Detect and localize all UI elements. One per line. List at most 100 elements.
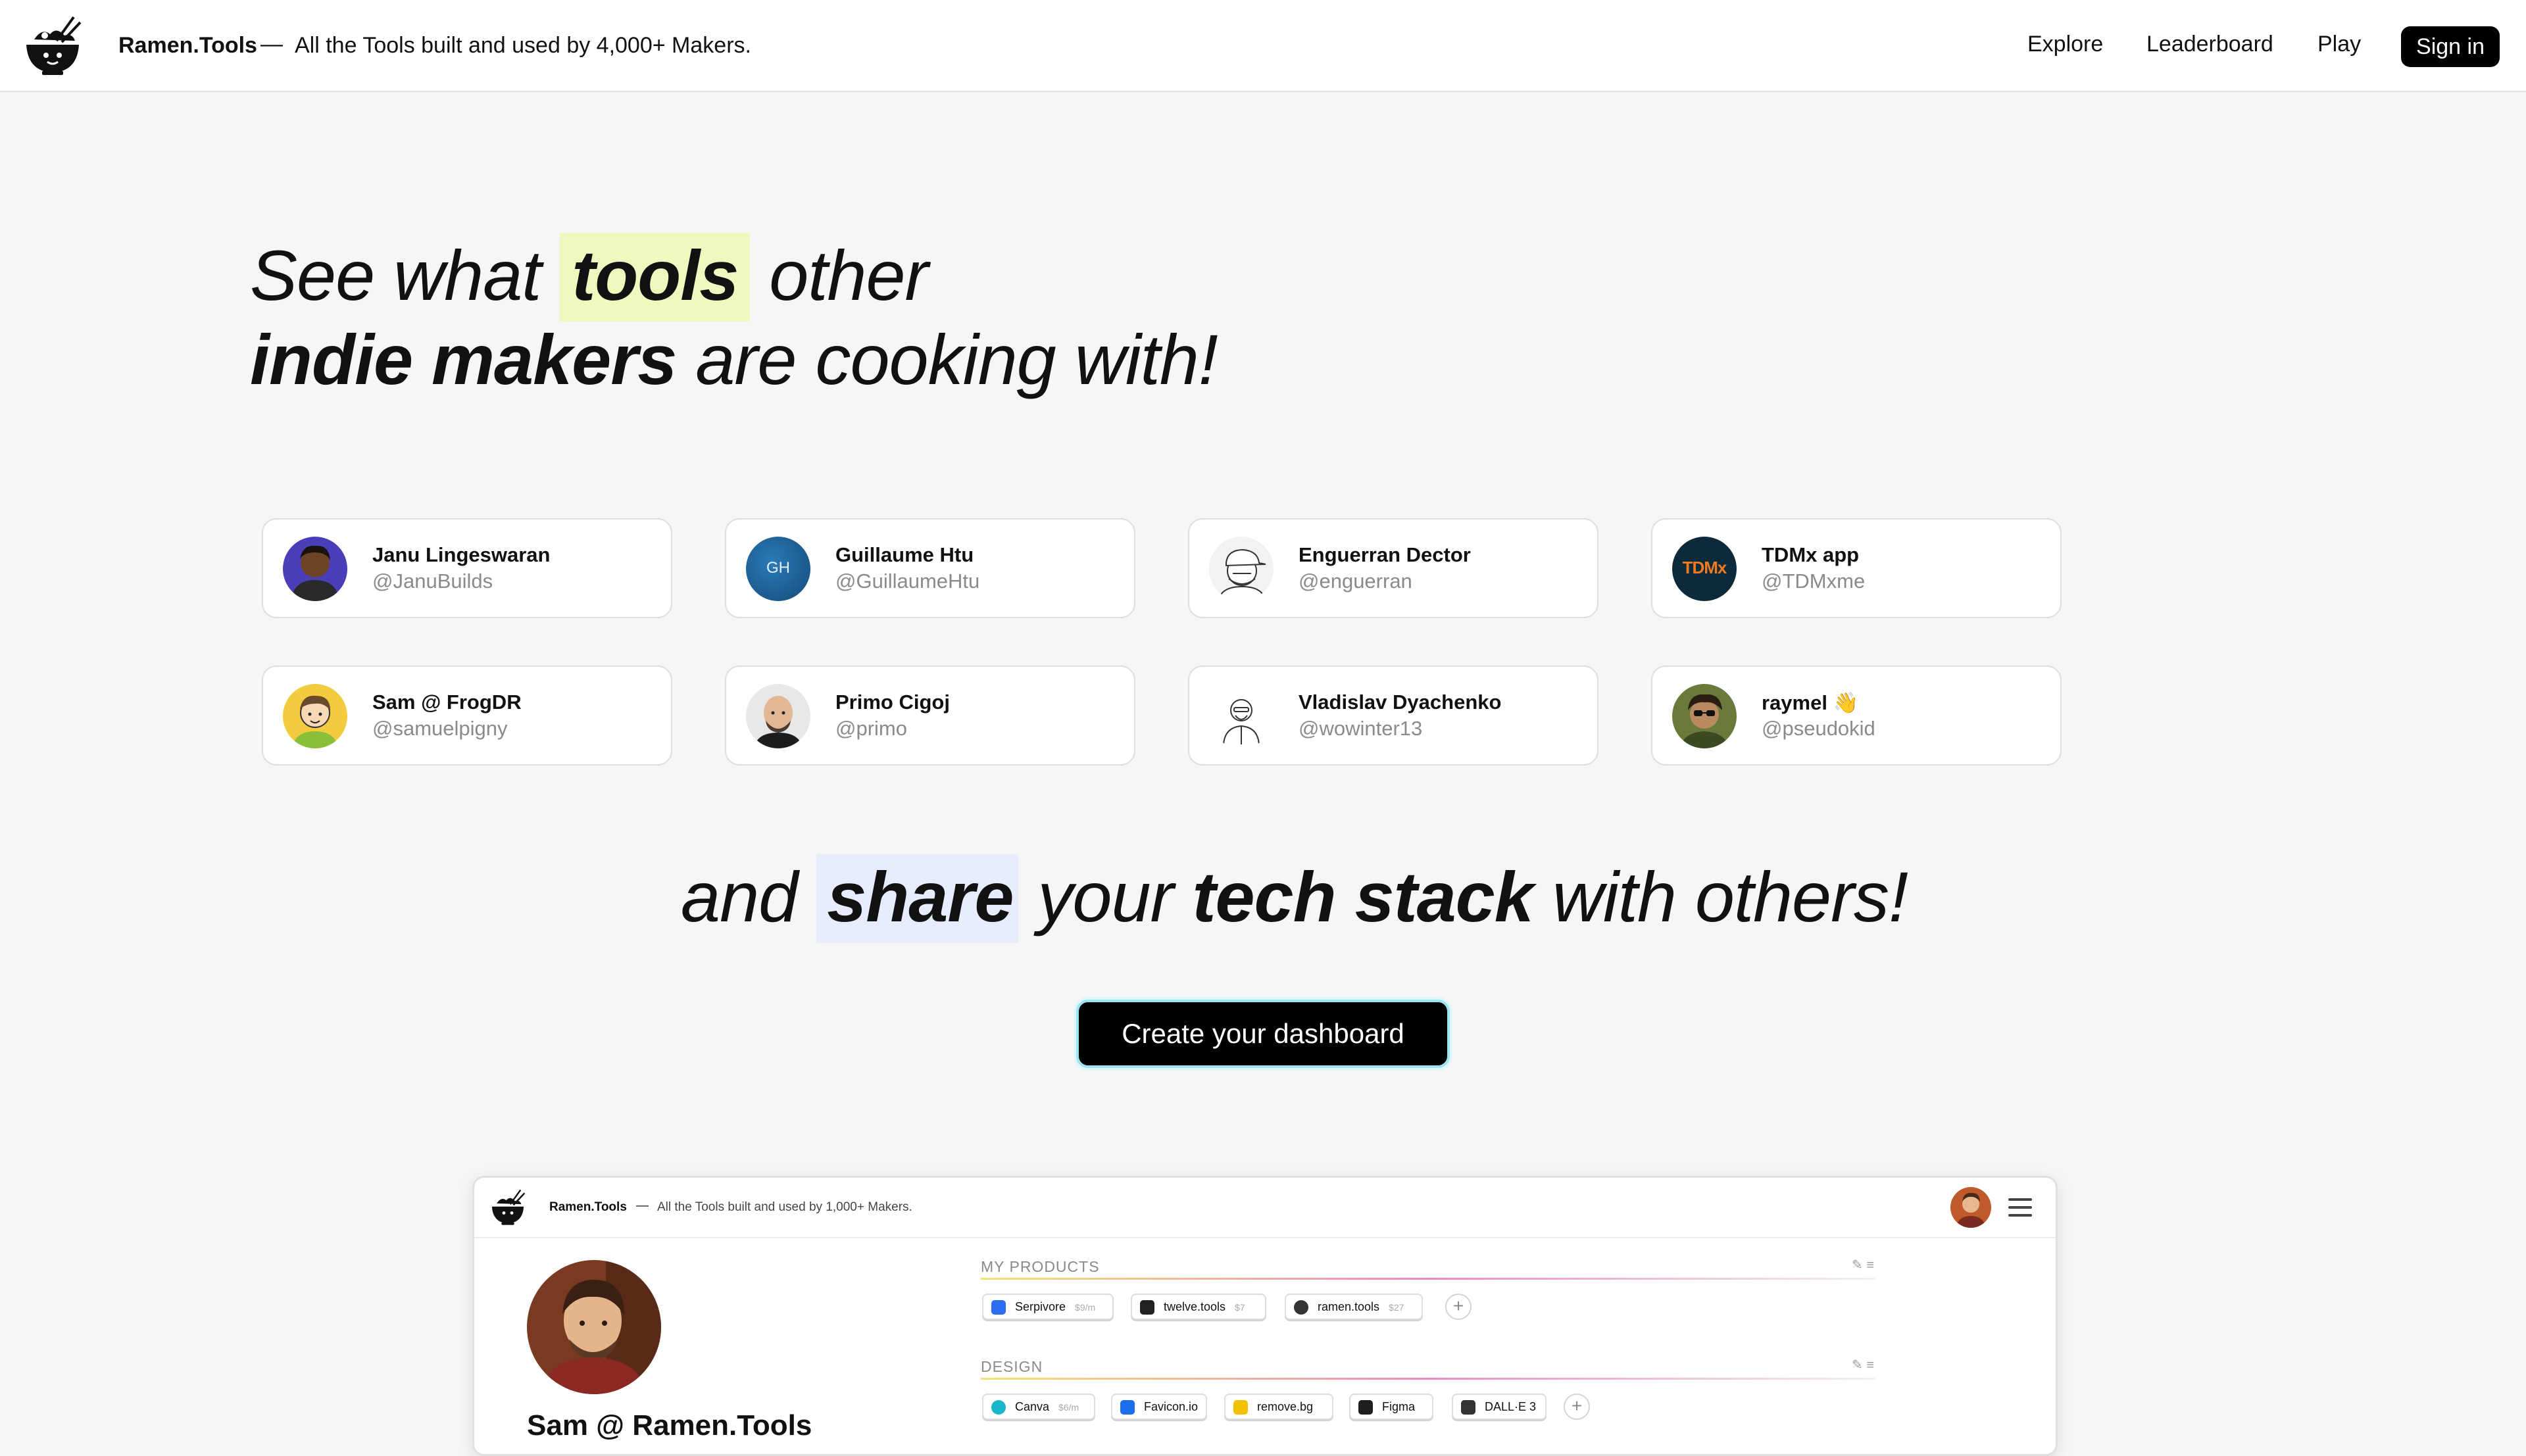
avatar-enguerran-icon (1209, 537, 1274, 601)
chip-label: twelve.tools (1164, 1300, 1226, 1313)
maker-handle: @pseudokid (1762, 717, 1875, 740)
chip-price: $9/m (1075, 1302, 1096, 1313)
ramen-bowl-logo-icon (491, 1189, 526, 1225)
chip-price: $27 (1389, 1302, 1404, 1313)
favicon-io-icon (1120, 1400, 1135, 1415)
nav-leaderboard[interactable]: Leaderboard (2146, 32, 2273, 57)
share-pre: and (681, 857, 817, 936)
maker-card[interactable]: Primo Cigoj @primo (725, 666, 1135, 765)
chip-label: Figma (1382, 1400, 1416, 1413)
avatar-raymel-icon (1672, 684, 1737, 748)
hamburger-menu-icon (2008, 1198, 2032, 1217)
chip-price: $7 (1235, 1302, 1245, 1313)
preview-profile-name: Sam @ Ramen.Tools (527, 1409, 812, 1442)
avatar-sam-icon (283, 684, 347, 748)
twelve-tools-icon (1140, 1300, 1154, 1315)
ramen-tools-icon (1294, 1300, 1308, 1315)
avatar-guillaume-icon: GH (746, 537, 810, 601)
tool-chip: Canva $6/m (982, 1394, 1095, 1420)
create-dashboard-button[interactable]: Create your dashboard (1076, 1000, 1450, 1068)
maker-name: TDMx app (1762, 543, 1860, 566)
hero-line1-pre: See what (250, 235, 560, 315)
preview-brand: Ramen.Tools (549, 1200, 627, 1214)
maker-name: Vladislav Dyachenko (1299, 691, 1502, 714)
nav-play[interactable]: Play (2317, 32, 2361, 57)
tool-chip: Figma (1349, 1394, 1433, 1420)
add-tool-icon: + (1564, 1394, 1590, 1420)
preview-section-title: DESIGN (981, 1358, 1043, 1375)
hero-line2-bold: indie makers (250, 320, 677, 399)
maker-handle: @primo (835, 717, 907, 740)
chip-label: Canva (1015, 1400, 1050, 1413)
tool-chip: twelve.tools $7 (1131, 1294, 1266, 1320)
maker-card[interactable]: Sam @ FrogDR @samuelpigny (262, 666, 672, 765)
share-headline: and share your tech stack with others! (681, 854, 1908, 943)
maker-handle: @enguerran (1299, 570, 1412, 593)
share-bold: tech stack (1192, 857, 1534, 936)
preview-navbar: Ramen.Tools — All the Tools built and us… (474, 1178, 2056, 1238)
maker-card[interactable]: GH Guillaume Htu @GuillaumeHtu (725, 518, 1135, 618)
hero-line2-post: are cooking with! (676, 320, 1218, 399)
chip-label: DALL·E 3 (1485, 1400, 1537, 1413)
figma-icon (1358, 1400, 1373, 1415)
dashboard-preview: Ramen.Tools — All the Tools built and us… (472, 1176, 2058, 1456)
maker-handle: @TDMxme (1762, 570, 1866, 593)
maker-card[interactable]: Enguerran Dector @enguerran (1188, 518, 1598, 618)
remove-bg-icon (1233, 1400, 1248, 1415)
tool-chip: ramen.tools $27 (1285, 1294, 1423, 1320)
preview-section-title: MY PRODUCTS (981, 1258, 1100, 1275)
maker-handle: @samuelpigny (372, 717, 508, 740)
maker-card[interactable]: raymel 👋 @pseudokid (1651, 666, 2062, 765)
maker-card[interactable]: TDMx TDMx app @TDMxme (1651, 518, 2062, 618)
edit-icon: ✎ ≡ (1852, 1358, 1874, 1372)
maker-name: Sam @ FrogDR (372, 691, 522, 714)
share-highlight: share (816, 854, 1019, 943)
maker-handle: @JanuBuilds (372, 570, 493, 593)
hero-highlight-tools: tools (560, 233, 751, 322)
chip-label: remove.bg (1257, 1400, 1314, 1413)
nav-explore[interactable]: Explore (2027, 32, 2103, 57)
hero-line1-post: other (750, 235, 928, 315)
avatar-initials: GH (766, 559, 790, 577)
avatar-janu-icon (283, 537, 347, 601)
maker-name: Enguerran Dector (1299, 543, 1471, 566)
ramen-bowl-logo-icon[interactable] (22, 14, 83, 78)
chip-label: Favicon.io (1144, 1400, 1199, 1413)
maker-name: Guillaume Htu (835, 543, 974, 566)
maker-card[interactable]: Janu Lingeswaran @JanuBuilds (262, 518, 672, 618)
preview-tagline: All the Tools built and used by 1,000+ M… (657, 1200, 912, 1214)
section-divider (981, 1278, 1875, 1280)
hero-headline: See what tools other indie makers are co… (250, 233, 1218, 402)
tool-chip: remove.bg (1224, 1394, 1333, 1420)
avatar-tdmx-icon: TDMx (1672, 537, 1737, 601)
serpivore-icon (991, 1300, 1006, 1315)
tool-chip: Favicon.io (1111, 1394, 1207, 1420)
share-post: with others! (1533, 857, 1908, 936)
avatar-initials: TDMx (1682, 558, 1727, 577)
share-mid: your (1018, 857, 1193, 936)
preview-separator: — (636, 1199, 649, 1213)
tool-chip: DALL·E 3 (1452, 1394, 1547, 1420)
maker-handle: @GuillaumeHtu (835, 570, 980, 593)
preview-user-avatar (1950, 1187, 1991, 1228)
maker-name: raymel 👋 (1762, 691, 1859, 714)
maker-handle: @wowinter13 (1299, 717, 1423, 740)
edit-icon: ✎ ≡ (1852, 1258, 1874, 1273)
avatar-primo-icon (746, 684, 810, 748)
chip-label: ramen.tools (1318, 1300, 1380, 1313)
sign-in-button[interactable]: Sign in (2401, 26, 2500, 67)
brand-separator: — (260, 32, 283, 57)
chip-label: Serpivore (1015, 1300, 1066, 1313)
top-navbar: Ramen.Tools — All the Tools built and us… (0, 0, 2526, 92)
avatar-vladislav-icon (1209, 684, 1274, 748)
add-tool-icon: + (1445, 1294, 1472, 1320)
section-divider (981, 1378, 1875, 1380)
preview-profile-photo (527, 1260, 661, 1394)
maker-card[interactable]: Vladislav Dyachenko @wowinter13 (1188, 666, 1598, 765)
maker-name: Janu Lingeswaran (372, 543, 551, 566)
tool-chip: Serpivore $9/m (982, 1294, 1114, 1320)
brand-tagline: All the Tools built and used by 4,000+ M… (295, 33, 751, 58)
dall-e-icon (1461, 1400, 1475, 1415)
brand-name[interactable]: Ramen.Tools (118, 33, 257, 59)
chip-price: $6/m (1058, 1402, 1079, 1413)
